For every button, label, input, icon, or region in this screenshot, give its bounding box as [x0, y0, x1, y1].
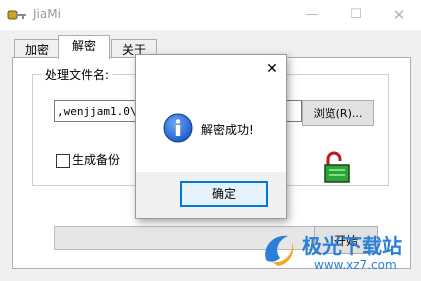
close-icon: ✕	[266, 61, 278, 77]
dialog-footer: 确定	[136, 172, 286, 218]
title-bar: JiaMi — ☐ ✕	[0, 0, 421, 30]
watermark-brand: 极光下载站	[302, 234, 402, 258]
watermark: 极光下载站 www.xz7.com	[258, 228, 418, 278]
minimize-button[interactable]: —	[290, 0, 334, 30]
close-button[interactable]: ✕	[377, 0, 421, 30]
close-icon: ✕	[392, 6, 406, 24]
info-icon	[163, 113, 193, 143]
group-label: 处理文件名:	[42, 66, 113, 83]
browse-button[interactable]: 浏览(R)...	[302, 100, 374, 126]
message-dialog: ✕ 解密成功! 确定	[135, 54, 287, 219]
minimize-icon: —	[305, 7, 319, 22]
key-app-icon	[7, 10, 26, 20]
backup-checkbox-label[interactable]: 生成备份	[72, 151, 120, 168]
window-title: JiaMi	[33, 7, 61, 21]
app-window: JiaMi — ☐ ✕ 加密 解密 关于 处理文件名: ,wenjjam1.0\…	[0, 0, 421, 281]
backup-checkbox[interactable]	[56, 154, 70, 168]
watermark-url: www.xz7.com	[314, 258, 397, 272]
maximize-icon: ☐	[350, 7, 362, 22]
dialog-message: 解密成功!	[201, 123, 254, 137]
dialog-close-button[interactable]: ✕	[264, 61, 280, 77]
unlocked-padlock-icon	[324, 151, 350, 183]
maximize-button[interactable]: ☐	[334, 0, 378, 30]
tab-encrypt[interactable]: 加密	[14, 39, 60, 59]
ok-button[interactable]: 确定	[180, 181, 268, 207]
watermark-logo-icon	[265, 235, 294, 266]
tab-decrypt[interactable]: 解密	[58, 35, 110, 59]
